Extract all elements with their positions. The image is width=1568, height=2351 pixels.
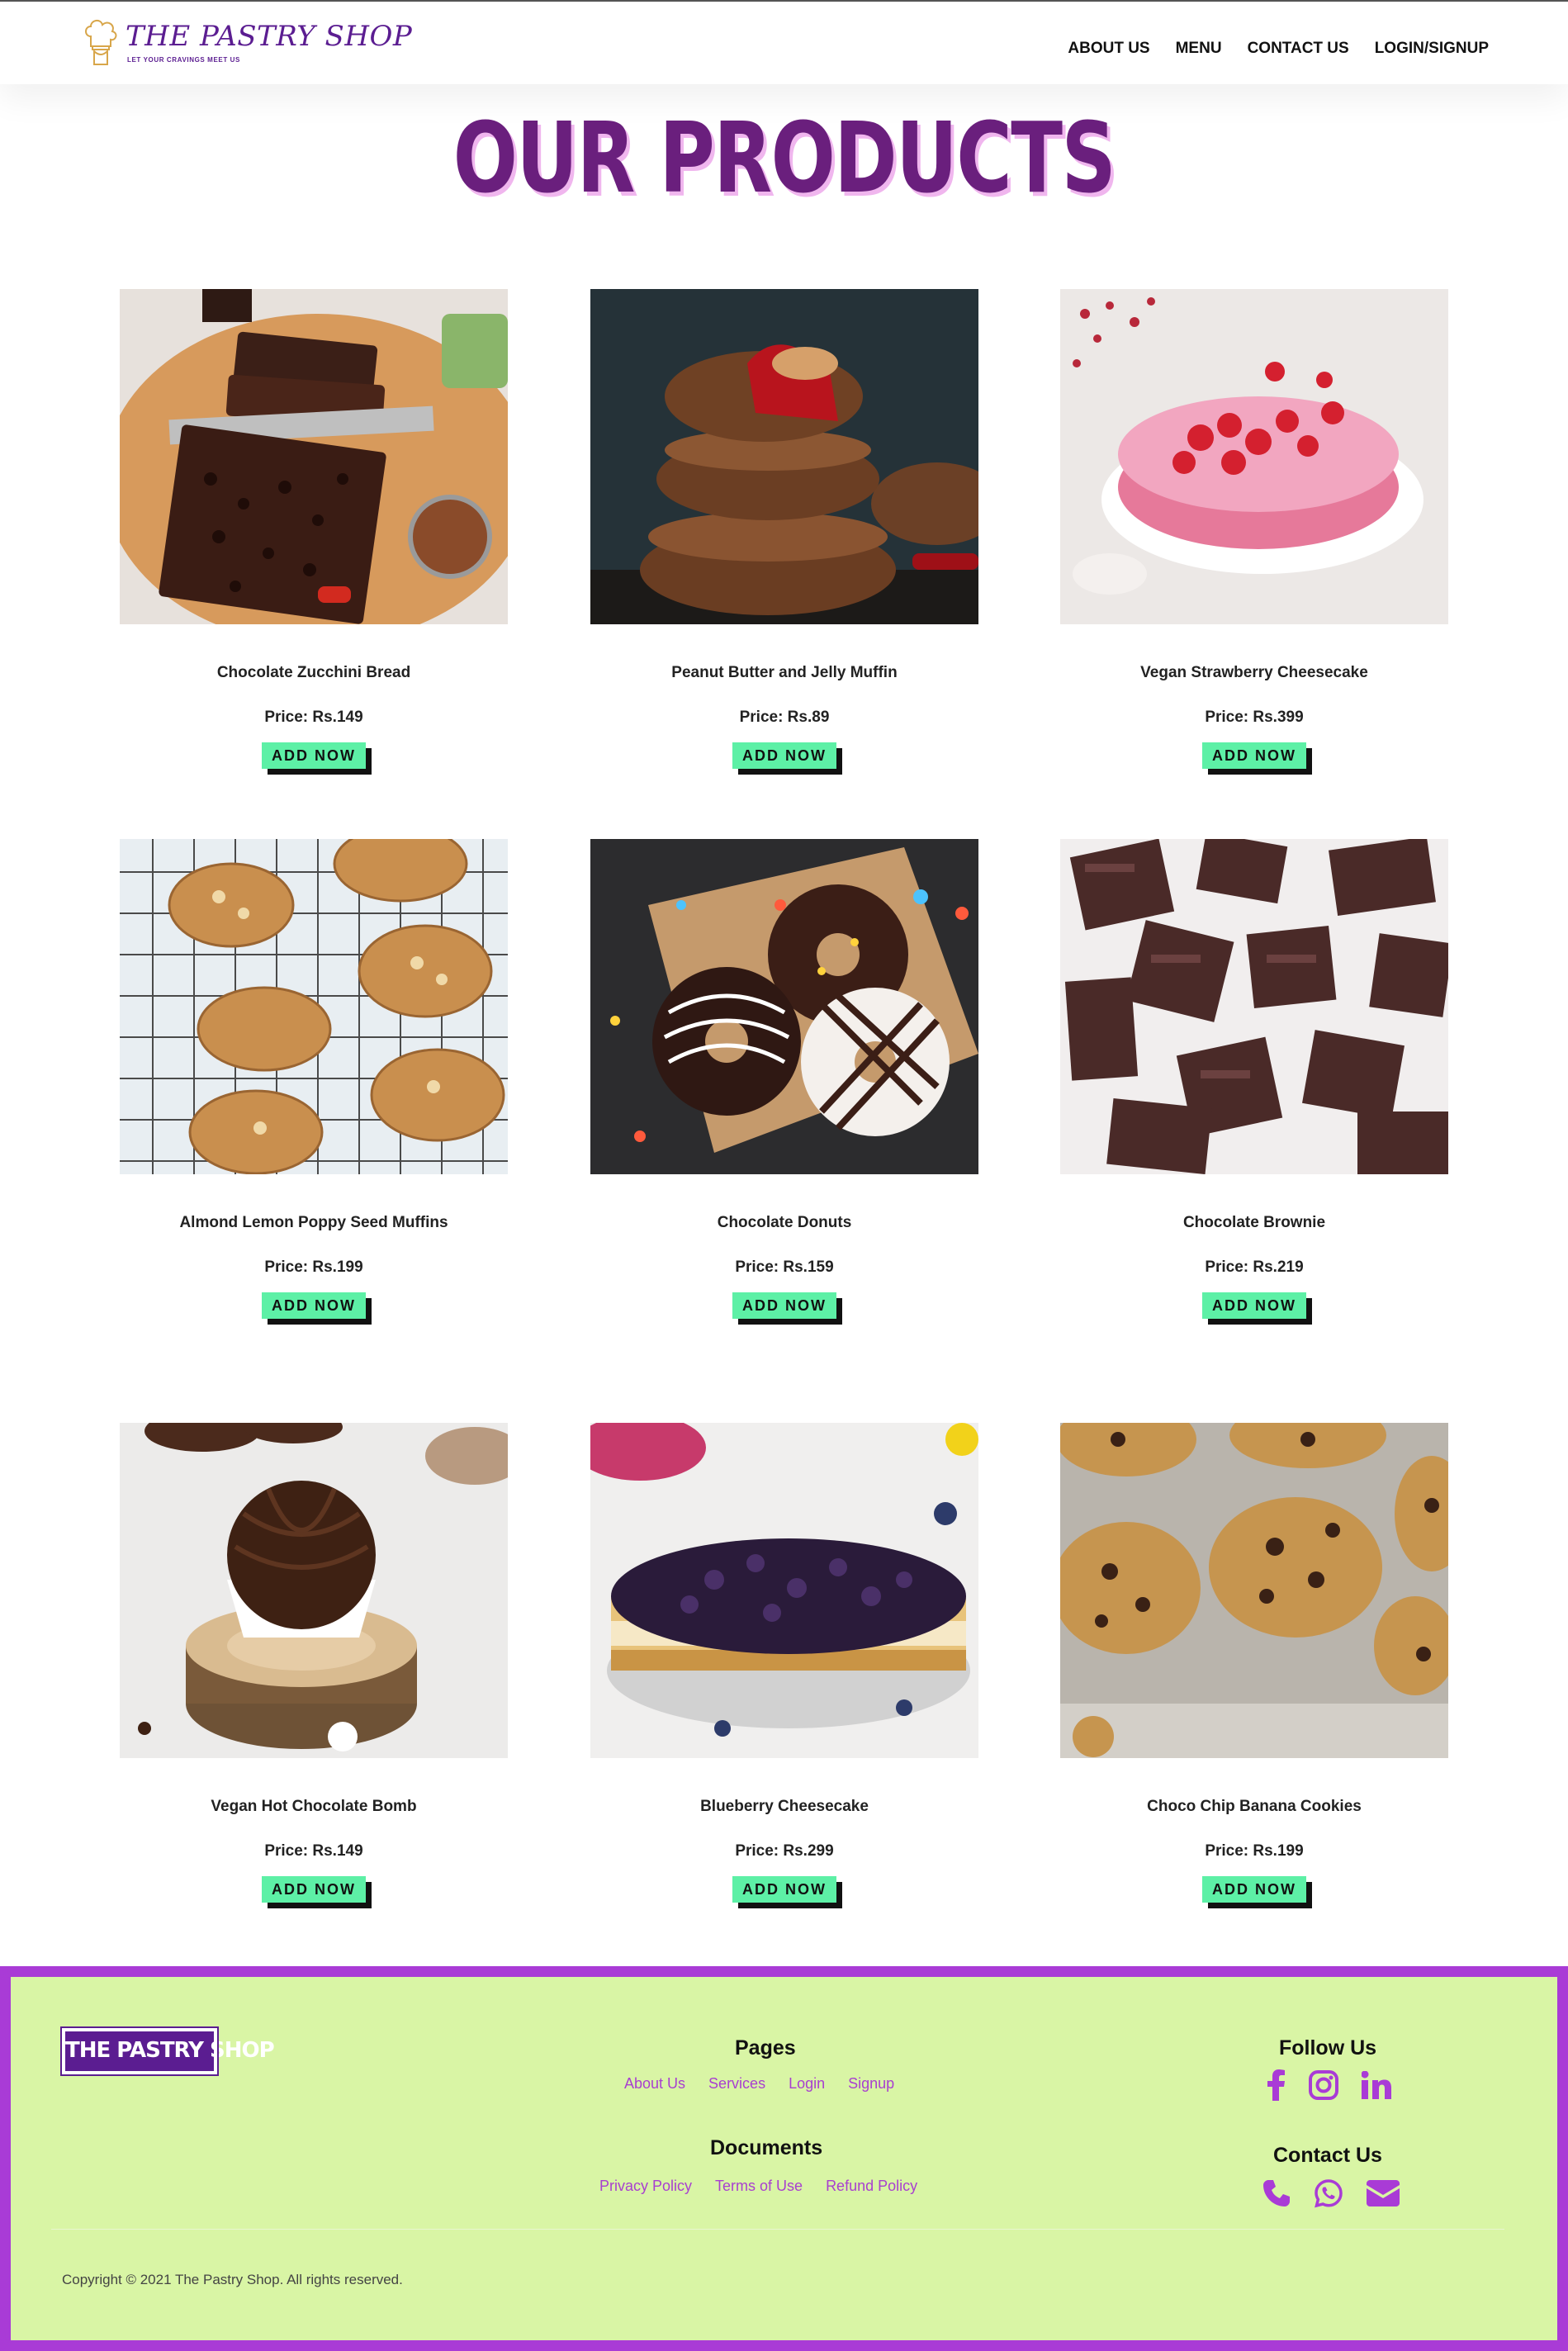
chef-hat-icon bbox=[85, 20, 117, 65]
product-name: Peanut Butter and Jelly Muffin bbox=[671, 664, 898, 681]
product-image[interactable] bbox=[120, 1423, 508, 1758]
product-name: Chocolate Donuts bbox=[717, 1214, 852, 1231]
product-card: Chocolate Donuts Price: Rs.159 ADD NOW bbox=[590, 839, 978, 1319]
product-name: Chocolate Zucchini Bread bbox=[216, 664, 411, 681]
instagram-icon[interactable] bbox=[1309, 2070, 1338, 2104]
product-card: Chocolate Brownie Price: Rs.219 ADD NOW bbox=[1060, 839, 1448, 1319]
social-icons bbox=[1267, 2069, 1391, 2105]
product-price: Price: Rs.89 bbox=[739, 709, 830, 726]
pages-links: About Us Services Login Signup bbox=[624, 2075, 894, 2093]
phone-icon[interactable] bbox=[1262, 2179, 1291, 2211]
contact-icons bbox=[1262, 2178, 1400, 2212]
site-footer: THE PASTRY SHOP Pages About Us Services … bbox=[0, 1966, 1568, 2351]
whatsapp-icon[interactable] bbox=[1314, 2178, 1343, 2212]
product-card: Blueberry Cheesecake Price: Rs.299 ADD N… bbox=[590, 1423, 978, 1903]
footer-link-privacy-policy[interactable]: Privacy Policy bbox=[599, 2178, 692, 2195]
product-price: Price: Rs.299 bbox=[735, 1842, 834, 1860]
main-nav: ABOUT US MENU CONTACT US LOGIN/SIGNUP bbox=[1068, 40, 1489, 58]
product-price: Price: Rs.149 bbox=[264, 1842, 363, 1860]
copyright-text: Copyright © 2021 The Pastry Shop. All ri… bbox=[62, 2272, 403, 2287]
linkedin-icon[interactable] bbox=[1361, 2070, 1391, 2103]
product-price: Price: Rs.199 bbox=[264, 1258, 363, 1276]
site-header: THE PASTRY SHOP LET YOUR CRAVINGS MEET U… bbox=[0, 2, 1568, 84]
footer-link-signup[interactable]: Signup bbox=[848, 2075, 894, 2093]
product-name: Choco Chip Banana Cookies bbox=[1147, 1798, 1362, 1815]
product-card: Vegan Hot Chocolate Bomb Price: Rs.149 A… bbox=[120, 1423, 508, 1903]
follow-us-heading: Follow Us bbox=[1279, 2036, 1377, 2059]
product-image[interactable] bbox=[590, 839, 978, 1174]
product-card: Choco Chip Banana Cookies Price: Rs.199 … bbox=[1060, 1423, 1448, 1903]
envelope-icon[interactable] bbox=[1367, 2180, 1400, 2211]
footer-logo[interactable]: THE PASTRY SHOP bbox=[60, 2026, 275, 2076]
add-now-button[interactable]: ADD NOW bbox=[262, 742, 366, 769]
product-price: Price: Rs.159 bbox=[735, 1258, 834, 1276]
product-image[interactable] bbox=[1060, 289, 1448, 624]
add-now-button[interactable]: ADD NOW bbox=[1202, 1876, 1306, 1903]
product-card: Peanut Butter and Jelly Muffin Price: Rs… bbox=[590, 289, 978, 769]
page-title: OUR PRODUCTS bbox=[452, 101, 1116, 215]
product-price: Price: Rs.149 bbox=[264, 709, 363, 726]
product-card: Vegan Strawberry Cheesecake Price: Rs.39… bbox=[1060, 289, 1448, 769]
documents-links: Privacy Policy Terms of Use Refund Polic… bbox=[599, 2178, 917, 2195]
product-name: Chocolate Brownie bbox=[1182, 1214, 1326, 1231]
add-now-button[interactable]: ADD NOW bbox=[1202, 742, 1306, 769]
pages-heading: Pages bbox=[735, 2036, 796, 2059]
nav-menu[interactable]: MENU bbox=[1176, 40, 1222, 58]
documents-heading: Documents bbox=[710, 2136, 823, 2159]
product-name: Blueberry Cheesecake bbox=[700, 1798, 869, 1815]
facebook-icon[interactable] bbox=[1267, 2069, 1286, 2105]
product-name: Vegan Strawberry Cheesecake bbox=[1140, 664, 1368, 681]
nav-login-signup[interactable]: LOGIN/SIGNUP bbox=[1375, 40, 1489, 58]
footer-link-services[interactable]: Services bbox=[708, 2075, 765, 2093]
add-now-button[interactable]: ADD NOW bbox=[262, 1292, 366, 1319]
product-price: Price: Rs.219 bbox=[1205, 1258, 1304, 1276]
footer-link-terms-of-use[interactable]: Terms of Use bbox=[715, 2178, 803, 2195]
product-name: Vegan Hot Chocolate Bomb bbox=[211, 1798, 417, 1815]
product-name: Almond Lemon Poppy Seed Muffins bbox=[179, 1214, 448, 1231]
footer-link-login[interactable]: Login bbox=[789, 2075, 825, 2093]
contact-us-heading: Contact Us bbox=[1273, 2144, 1382, 2167]
brand-logo[interactable]: THE PASTRY SHOP LET YOUR CRAVINGS MEET U… bbox=[83, 18, 412, 68]
product-image[interactable] bbox=[1060, 1423, 1448, 1758]
nav-about-us[interactable]: ABOUT US bbox=[1068, 40, 1149, 58]
product-card: Almond Lemon Poppy Seed Muffins Price: R… bbox=[120, 839, 508, 1319]
brand-tagline: LET YOUR CRAVINGS MEET US bbox=[127, 56, 240, 64]
footer-link-about-us[interactable]: About Us bbox=[624, 2075, 685, 2093]
add-now-button[interactable]: ADD NOW bbox=[1202, 1292, 1306, 1319]
add-now-button[interactable]: ADD NOW bbox=[262, 1876, 366, 1903]
product-image[interactable] bbox=[120, 289, 508, 624]
nav-contact-us[interactable]: CONTACT US bbox=[1248, 40, 1349, 58]
product-image[interactable] bbox=[1060, 839, 1448, 1174]
product-price: Price: Rs.399 bbox=[1205, 709, 1304, 726]
add-now-button[interactable]: ADD NOW bbox=[732, 1876, 836, 1903]
add-now-button[interactable]: ADD NOW bbox=[732, 1292, 836, 1319]
product-price: Price: Rs.199 bbox=[1205, 1842, 1304, 1860]
footer-divider bbox=[51, 2229, 1504, 2230]
brand-name: THE PASTRY SHOP bbox=[126, 20, 413, 53]
footer-link-refund-policy[interactable]: Refund Policy bbox=[826, 2178, 917, 2195]
product-image[interactable] bbox=[120, 839, 508, 1174]
product-card: Chocolate Zucchini Bread Price: Rs.149 A… bbox=[120, 289, 508, 769]
product-image[interactable] bbox=[590, 289, 978, 624]
product-image[interactable] bbox=[590, 1423, 978, 1758]
add-now-button[interactable]: ADD NOW bbox=[732, 742, 836, 769]
